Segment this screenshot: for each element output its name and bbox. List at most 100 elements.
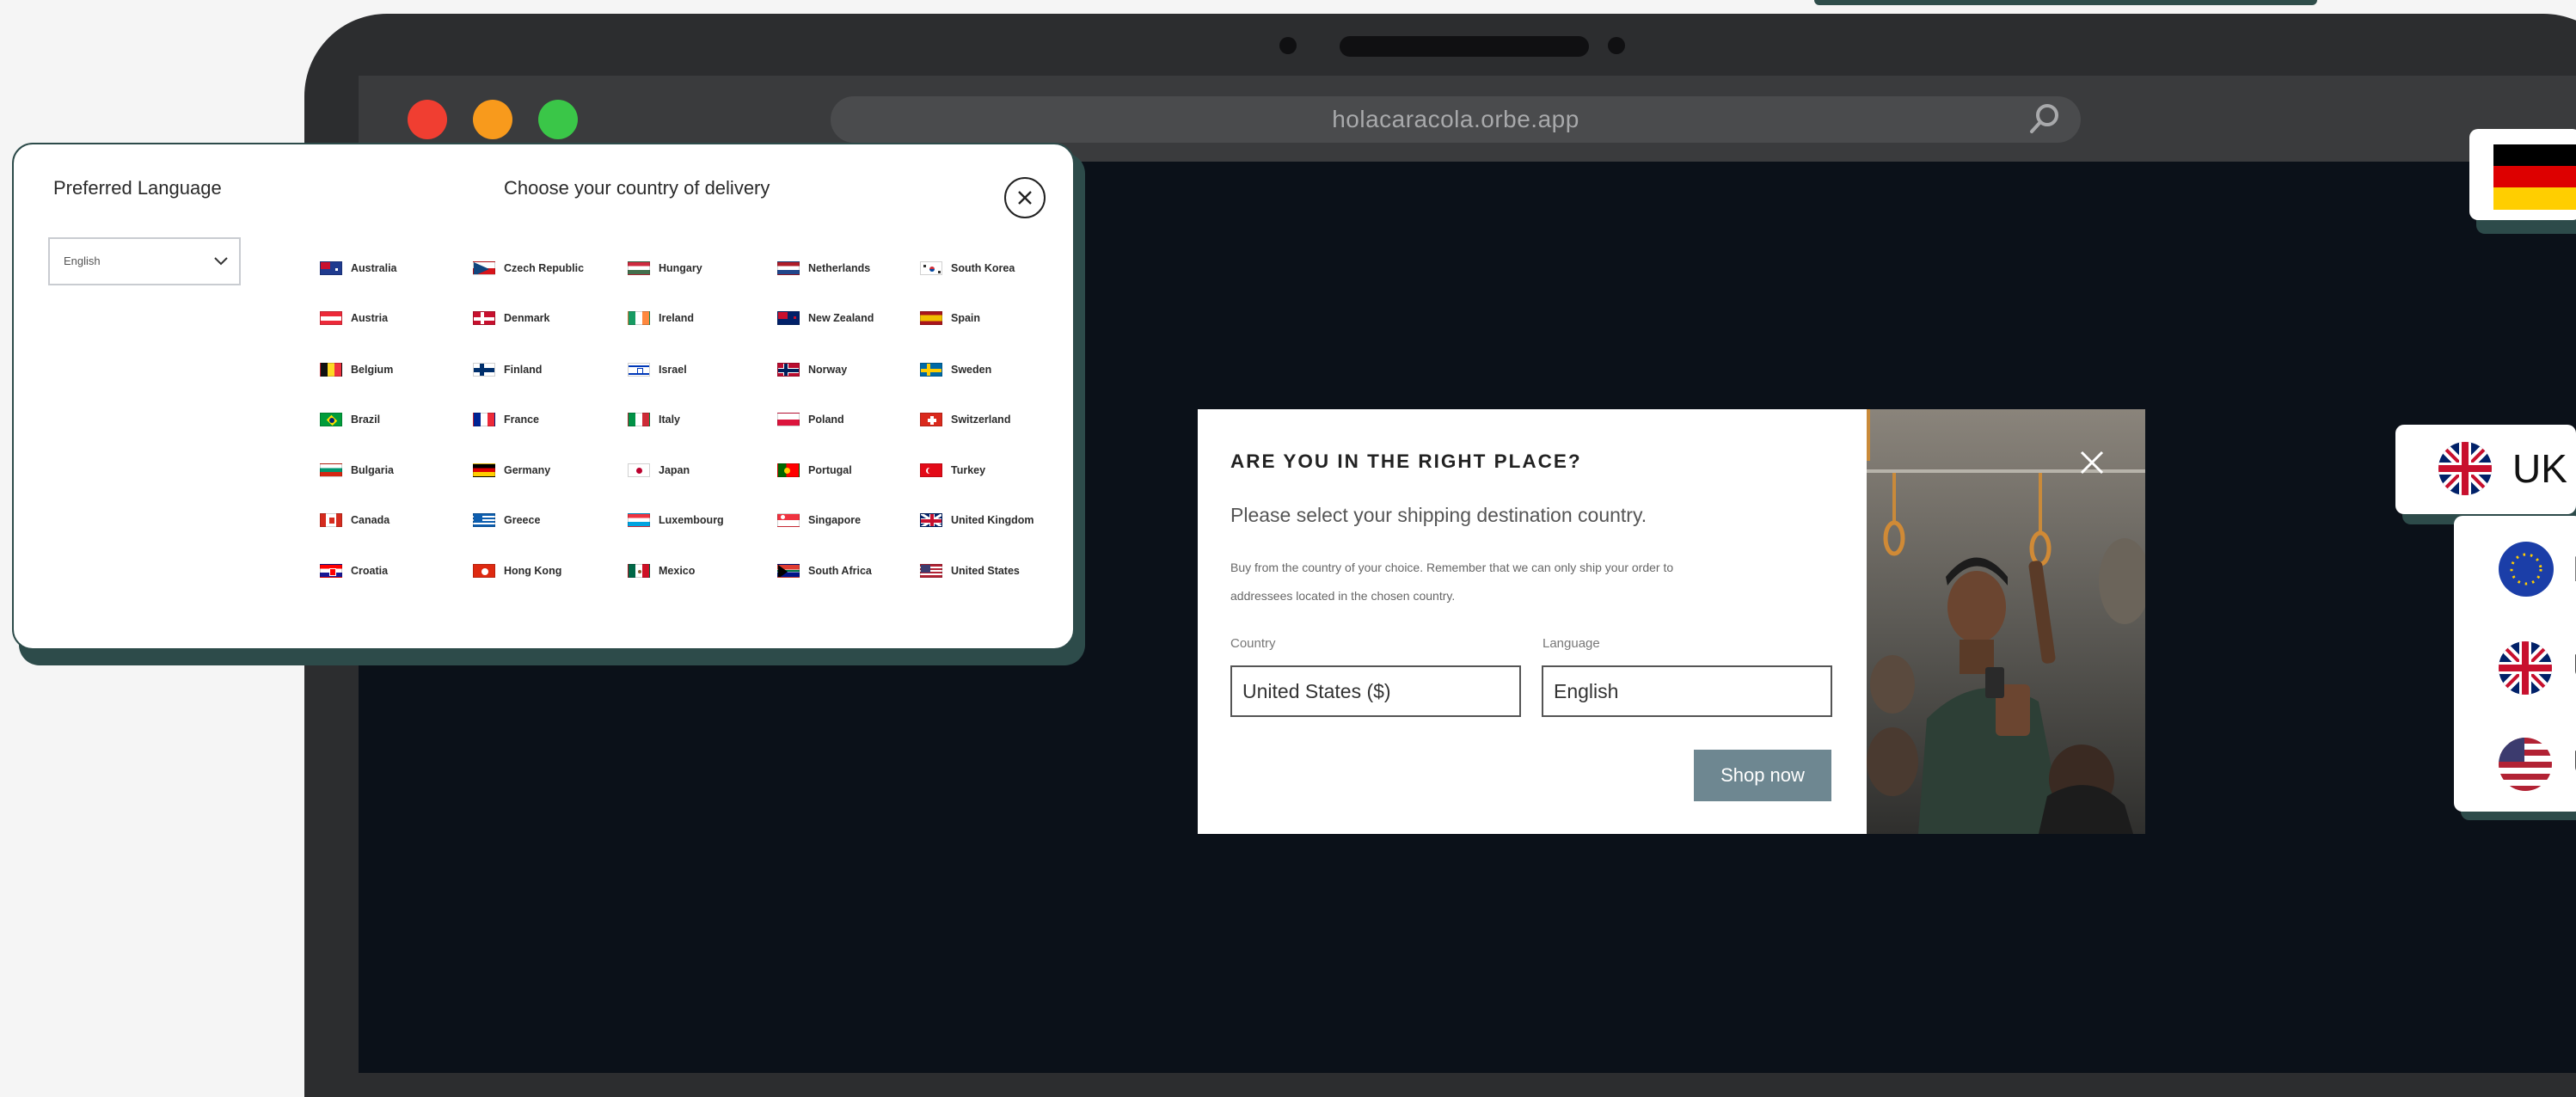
uk-flag-icon[interactable] — [2499, 641, 2552, 695]
israel-flag-icon — [628, 363, 650, 377]
country-option[interactable]: Bulgaria — [320, 460, 394, 481]
country-field[interactable]: United States ($) — [1230, 665, 1521, 717]
spain-flag-icon — [920, 311, 942, 325]
country-name: Hungary — [659, 262, 702, 274]
country-option[interactable]: Luxembourg — [628, 510, 724, 530]
country-name: South Korea — [951, 262, 1015, 274]
australia-flag-icon — [320, 261, 342, 275]
country-name: Greece — [504, 514, 541, 526]
country-option[interactable]: New Zealand — [777, 308, 874, 328]
country-option[interactable]: Spain — [920, 308, 980, 328]
modal-close-icon[interactable] — [2075, 445, 2109, 480]
currency-label-gbp: U — [2573, 647, 2576, 688]
country-option[interactable]: Portugal — [777, 460, 852, 481]
country-option[interactable]: France — [473, 409, 539, 430]
country-option[interactable]: Italy — [628, 409, 680, 430]
country-option[interactable]: Greece — [473, 510, 540, 530]
country-option[interactable]: South Africa — [777, 561, 872, 581]
language-field-label: Language — [1543, 636, 1600, 651]
language-field-value: English — [1554, 680, 1619, 702]
country-option[interactable]: Canada — [320, 510, 389, 530]
country-option[interactable]: Hong Kong — [473, 561, 561, 581]
country-name: Denmark — [504, 312, 550, 324]
country-option[interactable]: Singapore — [777, 510, 861, 530]
modal-subtitle: Please select your shipping destination … — [1230, 504, 1647, 526]
country-option[interactable]: South Korea — [920, 258, 1015, 279]
country-name: Croatia — [351, 565, 389, 577]
country-name: Poland — [808, 414, 844, 426]
maximize-window-button[interactable] — [538, 100, 578, 139]
croatia-flag-icon — [320, 564, 342, 578]
country-option[interactable]: Switzerland — [920, 409, 1010, 430]
country-name: Italy — [659, 414, 681, 426]
country-name: Finland — [504, 364, 543, 376]
preferred-language-heading: Preferred Language — [53, 177, 222, 199]
bulgaria-flag-icon — [320, 463, 342, 477]
country-option[interactable]: Brazil — [320, 409, 380, 430]
popup-close-button[interactable] — [1004, 177, 1046, 218]
close-window-button[interactable] — [408, 100, 447, 139]
country-name: Czech Republic — [504, 262, 585, 274]
france-flag-icon — [473, 413, 495, 426]
country-name: Japan — [659, 464, 690, 476]
country-option[interactable]: Belgium — [320, 359, 393, 380]
laptop-top-accent — [1814, 0, 2317, 5]
country-option[interactable]: Finland — [473, 359, 542, 380]
sweden-flag-icon — [920, 363, 942, 377]
luxembourg-flag-icon — [628, 513, 650, 527]
country-option[interactable]: Poland — [777, 409, 844, 430]
netherlands-flag-icon — [777, 261, 800, 275]
finland-flag-icon — [473, 363, 495, 377]
uk-flag-icon — [2438, 442, 2492, 495]
greece-flag-icon — [473, 513, 495, 527]
us-flag-icon[interactable] — [2499, 738, 2552, 791]
country-option[interactable]: Israel — [628, 359, 687, 380]
country-option[interactable]: Germany — [473, 460, 550, 481]
country-name: Israel — [659, 364, 687, 376]
country-field-label: Country — [1230, 636, 1276, 651]
eu-flag-icon[interactable] — [2499, 542, 2554, 597]
language-field[interactable]: English — [1542, 665, 1832, 717]
country-heading: Choose your country of delivery — [504, 177, 770, 199]
country-option[interactable]: Austria — [320, 308, 388, 328]
country-option[interactable]: Netherlands — [777, 258, 870, 279]
country-option[interactable]: United States — [920, 561, 1020, 581]
currency-card: E U U — [2454, 516, 2576, 812]
ireland-flag-icon — [628, 311, 650, 325]
search-icon[interactable] — [2026, 101, 2062, 138]
country-option[interactable]: Ireland — [628, 308, 694, 328]
country-option[interactable]: Hungary — [628, 258, 702, 279]
country-option[interactable]: Croatia — [320, 561, 388, 581]
germany-flag-icon — [473, 463, 495, 477]
shop-now-button[interactable]: Shop now — [1694, 750, 1831, 801]
country-name: Belgium — [351, 364, 394, 376]
uk-language-card[interactable]: UK — [2395, 425, 2576, 514]
country-option[interactable]: Sweden — [920, 359, 991, 380]
country-option[interactable]: Japan — [628, 460, 690, 481]
minimize-window-button[interactable] — [473, 100, 512, 139]
modal-note-line-2: addressees located in the chosen country… — [1230, 589, 1456, 603]
portugal-flag-icon — [777, 463, 800, 477]
currency-label-eur: E — [2573, 548, 2576, 590]
country-option[interactable]: Denmark — [473, 308, 550, 328]
country-name: New Zealand — [808, 312, 874, 324]
language-select[interactable]: English — [48, 237, 241, 285]
country-name: Singapore — [808, 514, 862, 526]
country-option[interactable]: Norway — [777, 359, 847, 380]
brazil-flag-icon — [320, 413, 342, 426]
canada-flag-icon — [320, 513, 342, 527]
country-name: Bulgaria — [351, 464, 395, 476]
country-option[interactable]: Czech Republic — [473, 258, 584, 279]
country-option[interactable]: Australia — [320, 258, 397, 279]
japan-flag-icon — [628, 463, 650, 477]
country-name: Canada — [351, 514, 390, 526]
country-field-value: United States ($) — [1242, 680, 1391, 702]
country-option[interactable]: Turkey — [920, 460, 985, 481]
chevron-down-icon — [214, 257, 228, 266]
country-option[interactable]: Mexico — [628, 561, 695, 581]
country-name: Norway — [808, 364, 848, 376]
country-name: Ireland — [659, 312, 694, 324]
country-option[interactable]: United Kingdom — [920, 510, 1034, 530]
country-name: United Kingdom — [951, 514, 1034, 526]
modal-title: ARE YOU IN THE RIGHT PLACE? — [1230, 450, 1582, 472]
